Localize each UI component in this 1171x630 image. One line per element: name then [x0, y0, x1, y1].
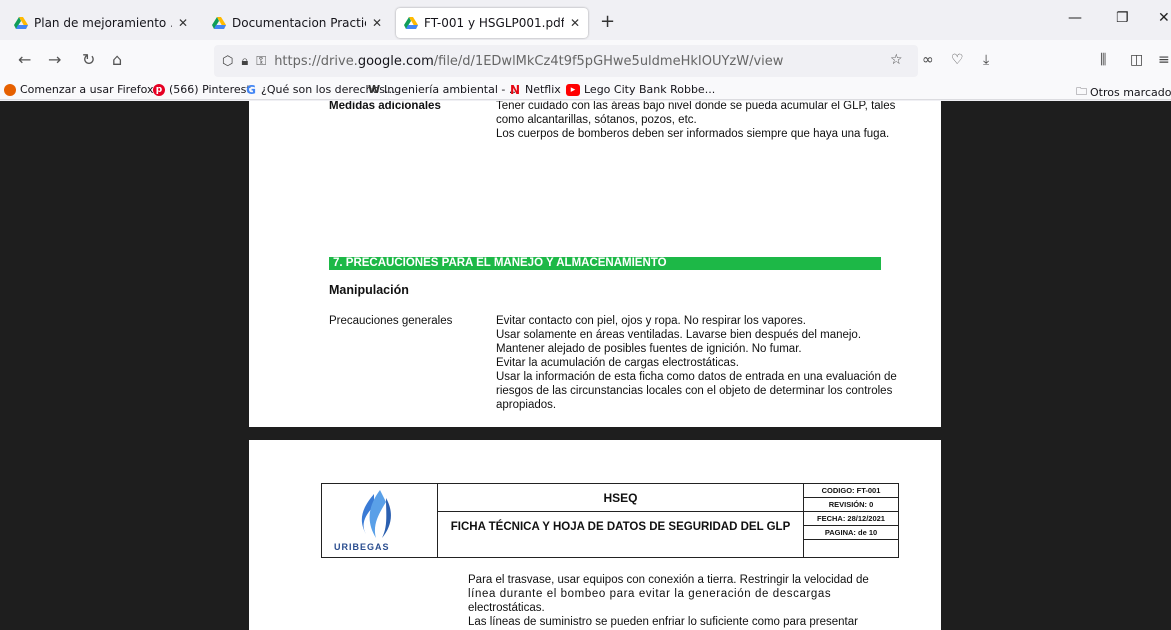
restore-icon[interactable]: ❐: [1116, 10, 1129, 26]
pagina-cell: PAGINA: de 10: [804, 526, 898, 540]
prec-line-1: Evitar contacto con piel, ojos y ropa. N…: [496, 315, 807, 327]
netflix-icon: N: [509, 82, 521, 97]
bookmark-lego[interactable]: ▸ Lego City Bank Robbe...: [566, 83, 715, 96]
other-bookmarks-label: Otros marcadores: [1090, 86, 1171, 99]
prec-line-4: Evitar la acumulación de cargas electros…: [496, 357, 739, 369]
bookmark-label: Lego City Bank Robbe...: [584, 83, 716, 96]
bookmark-label: Comenzar a usar Firefox: [20, 83, 154, 96]
body-line-1: Para el trasvase, usar equipos con conex…: [468, 574, 869, 586]
other-bookmarks[interactable]: 🗀︎Otros marcadores: [1076, 83, 1171, 102]
header-center: HSEQ FICHA TÉCNICA Y HOJA DE DATOS DE SE…: [438, 484, 804, 557]
lock-icon[interactable]: 🔒︎: [241, 54, 248, 69]
medidas-label: Medidas adicionales: [329, 101, 441, 112]
pocket-icon[interactable]: ♡: [951, 52, 964, 68]
url-domain: google.com: [357, 53, 434, 69]
tab-plan-mejoramiento[interactable]: Plan de mejoramiento .pdf - Go ✕: [6, 8, 196, 38]
new-tab-button[interactable]: +: [600, 11, 615, 32]
bookmark-label: (566) Pinterest: [169, 83, 251, 96]
prec-line-7: apropiados.: [496, 399, 557, 411]
prec-line-5: Usar la información de esta ficha como d…: [496, 371, 897, 383]
url-prefix: https://drive.: [274, 53, 358, 69]
youtube-icon: ▸: [566, 83, 580, 96]
permissions-icon[interactable]: ⚿: [256, 54, 266, 69]
shield-icon[interactable]: ⬡: [222, 54, 233, 69]
pdf-viewer[interactable]: Medidas adicionales Tener cuidado con la…: [0, 101, 1171, 630]
body-line-3: electrostáticas.: [468, 602, 545, 614]
home-icon[interactable]: ⌂: [112, 50, 122, 69]
tab-strip: Plan de mejoramiento .pdf - Go ✕ Documen…: [0, 0, 1171, 40]
pinterest-icon: p: [153, 83, 165, 96]
tab-title: Plan de mejoramiento .pdf - Go: [34, 16, 172, 30]
bookmarks-bar: Comenzar a usar Firefox p (566) Pinterest…: [0, 80, 1171, 100]
close-tab-icon[interactable]: ✕: [372, 16, 382, 30]
bookmark-wikipedia[interactable]: W Ingeniería ambiental - ...: [368, 83, 519, 96]
header-title: HSEQ: [438, 484, 803, 512]
company-logo: URIBEGAS: [322, 484, 438, 557]
tab-documentacion[interactable]: Documentacion Practica Empre ✕: [204, 8, 390, 38]
body-line-2: línea durante el bombeo para evitar la g…: [468, 588, 832, 600]
section-title-bar: 7. PRECAUCIONES PARA EL MANEJO Y ALMACEN…: [329, 257, 881, 270]
bookmark-star-icon[interactable]: ☆: [890, 52, 903, 68]
precauciones-label: Precauciones generales: [329, 315, 453, 327]
menu-icon[interactable]: ≡: [1158, 52, 1170, 68]
revision-cell: REVISIÓN: 0: [804, 498, 898, 512]
google-drive-icon: [404, 17, 418, 29]
forward-arrow-icon[interactable]: →: [48, 50, 61, 69]
folder-icon: 🗀︎: [1076, 85, 1087, 98]
wikipedia-icon: W: [368, 82, 381, 96]
tab-title: Documentacion Practica Empre: [232, 16, 366, 30]
url-text[interactable]: https://drive.google.com/file/d/1EDwlMkC…: [274, 54, 783, 69]
download-icon[interactable]: ⤓: [983, 52, 989, 68]
bookmark-label: Netflix: [525, 83, 561, 96]
bookmark-firefox[interactable]: Comenzar a usar Firefox: [4, 83, 154, 96]
url-bar[interactable]: ⬡ 🔒︎ ⚿ https://drive.google.com/file/d/1…: [214, 45, 918, 77]
tab-ft001-active[interactable]: FT-001 y HSGLP001.pdf - Googl ✕: [396, 8, 588, 38]
close-tab-icon[interactable]: ✕: [178, 16, 188, 30]
medidas-line-1: Tener cuidado con las áreas bajo nivel d…: [496, 101, 896, 112]
close-window-icon[interactable]: ✕: [1158, 10, 1170, 26]
prec-line-6: riesgos de las circunstancias locales co…: [496, 385, 893, 397]
bookmark-netflix[interactable]: N Netflix: [509, 83, 561, 96]
document-header-table: URIBEGAS HSEQ FICHA TÉCNICA Y HOJA DE DA…: [321, 483, 899, 558]
pdf-page-2: URIBEGAS HSEQ FICHA TÉCNICA Y HOJA DE DA…: [249, 440, 941, 630]
minimize-icon[interactable]: —: [1068, 10, 1082, 26]
header-subtitle: FICHA TÉCNICA Y HOJA DE DATOS DE SEGURID…: [450, 521, 791, 533]
extension-mask-icon[interactable]: ∞: [922, 52, 934, 68]
close-tab-icon[interactable]: ✕: [570, 16, 580, 30]
google-icon: G: [246, 82, 256, 97]
prec-line-3: Mantener alejado de posibles fuentes de …: [496, 343, 802, 355]
tab-title: FT-001 y HSGLP001.pdf - Googl: [424, 16, 564, 30]
codigo-cell: CODIGO: FT-001: [804, 484, 898, 498]
header-meta: CODIGO: FT-001 REVISIÓN: 0 FECHA: 28/12/…: [804, 484, 898, 557]
medidas-line-3: Los cuerpos de bomberos deben ser inform…: [496, 128, 890, 140]
subsection-manipulacion: Manipulación: [329, 283, 409, 297]
google-drive-icon: [212, 17, 226, 29]
fecha-cell: FECHA: 28/12/2021: [804, 512, 898, 526]
logo-text: URIBEGAS: [334, 542, 390, 552]
firefox-icon: [4, 83, 16, 96]
bookmark-label: Ingeniería ambiental - ...: [384, 83, 520, 96]
sidebar-icon[interactable]: ◫: [1130, 52, 1143, 68]
back-arrow-icon[interactable]: ←: [18, 50, 31, 69]
bookmark-pinterest[interactable]: p (566) Pinterest: [153, 83, 251, 96]
pdf-page-1: Medidas adicionales Tener cuidado con la…: [249, 101, 941, 427]
google-drive-icon: [14, 17, 28, 29]
library-icon[interactable]: ⫼: [1100, 52, 1106, 68]
medidas-line-2: como alcantarillas, sótanos, pozos, etc.: [496, 114, 697, 126]
prec-line-2: Usar solamente en áreas ventiladas. Lava…: [496, 329, 862, 341]
url-path: /file/d/1EDwlMkCz4t9f5pGHwe5uldmeHkIOUYz…: [433, 53, 784, 69]
reload-icon[interactable]: ↻: [82, 50, 95, 69]
body-line-4: Las líneas de suministro se pueden enfri…: [468, 616, 858, 628]
